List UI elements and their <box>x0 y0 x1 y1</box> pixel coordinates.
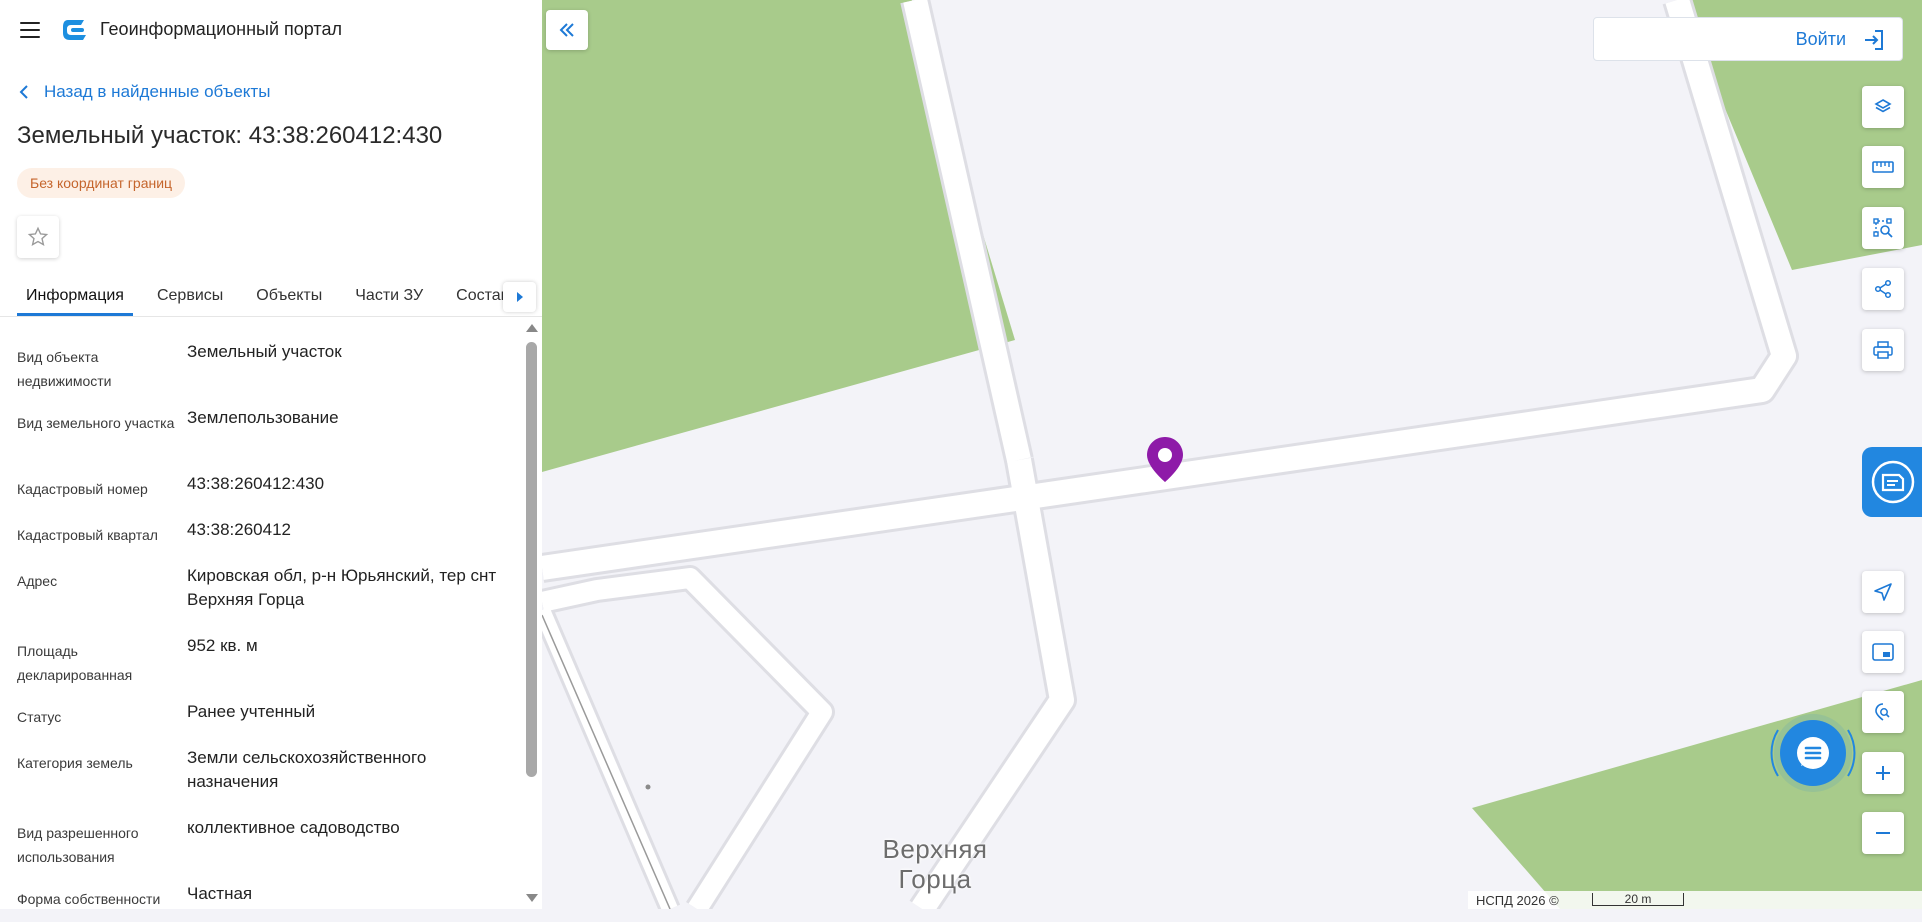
info-row: Кадастровый квартал 43:38:260412 <box>17 518 517 564</box>
collapse-panel-button[interactable] <box>546 10 588 50</box>
info-value: Ранее учтенный <box>187 702 316 721</box>
info-label: Площадь декларированная <box>17 643 133 683</box>
info-value: 43:38:260412 <box>187 520 291 539</box>
info-row: Категория земель Земли сельскохозяйствен… <box>17 746 517 816</box>
info-label: Кадастровый номер <box>17 481 148 497</box>
info-label: Вид объекта недвижимости <box>17 349 112 389</box>
tab-objects[interactable]: Объекты <box>247 280 331 316</box>
layers-button[interactable] <box>1862 86 1904 128</box>
tab-parts[interactable]: Части ЗУ <box>346 280 432 316</box>
info-row: Вид земельного участка Землепользование <box>17 406 517 472</box>
tab-information[interactable]: Информация <box>17 280 133 316</box>
object-title: Земельный участок: 43:38:260412:430 <box>17 122 443 149</box>
scroll-down-arrow-icon[interactable] <box>526 894 538 902</box>
app-title: Геоинформационный портал <box>100 19 342 39</box>
back-link[interactable]: Назад в найденные объекты <box>18 80 270 104</box>
tab-services[interactable]: Сервисы <box>148 280 232 316</box>
login-label: Войти <box>1795 29 1846 49</box>
info-list: Вид объекта недвижимости Земельный участ… <box>17 340 517 922</box>
map-canvas[interactable] <box>542 0 1922 909</box>
info-value: коллективное садоводство <box>187 818 400 837</box>
tab-bar: Информация Сервисы Объекты Части ЗУ Сост… <box>17 280 533 316</box>
info-label: Форма собственности <box>17 891 161 907</box>
zoom-out-icon <box>1876 832 1890 834</box>
layers-icon <box>1874 99 1892 113</box>
info-row: Площадь декларированная 952 кв. м <box>17 634 517 700</box>
info-value: 43:38:260412:430 <box>187 474 325 493</box>
navigate-button[interactable] <box>1862 571 1904 613</box>
chat-icon <box>1797 737 1829 769</box>
info-label: Вид земельного участка <box>17 415 175 431</box>
back-link-label: Назад в найденные объекты <box>44 82 271 101</box>
map-footer: НСПД 2026 © 20 m <box>1468 891 1922 909</box>
info-row: Форма собственности Частная <box>17 882 517 922</box>
ruler-icon <box>1872 161 1894 173</box>
login-icon <box>1865 30 1883 50</box>
minimap-button[interactable] <box>1862 631 1904 673</box>
info-label: Категория земель <box>17 755 133 771</box>
status-badge: Без координат границ <box>17 168 186 198</box>
locate-button[interactable] <box>1862 691 1904 733</box>
measure-button[interactable] <box>1862 146 1904 188</box>
info-value: Частная <box>187 884 253 903</box>
navigate-icon <box>1874 583 1892 601</box>
copyright-text: НСПД 2026 © <box>1476 893 1559 908</box>
share-button[interactable] <box>1862 268 1904 310</box>
share-icon <box>1874 279 1892 299</box>
object-panel: Геоинформационный портал Назад в найденн… <box>0 0 542 909</box>
info-value: Земли сельскохозяйственного назначения <box>187 748 427 791</box>
tabs-scroll-right-button[interactable] <box>503 282 536 312</box>
area-search-icon <box>1873 218 1893 238</box>
info-value: Кировская обл, р-н Юрьянский, тер снт Ве… <box>187 566 497 609</box>
zoom-out-button[interactable] <box>1862 812 1904 854</box>
info-value: Земельный участок <box>187 342 342 361</box>
favorite-button[interactable] <box>17 216 59 258</box>
double-chevron-left-icon <box>559 23 574 37</box>
star-icon <box>27 226 49 246</box>
scrollbar-thumb[interactable] <box>526 342 537 777</box>
portal-logo-icon <box>63 20 86 40</box>
cadastral-service-tab[interactable] <box>1862 447 1922 517</box>
place-label-line: Верхняя <box>882 834 988 864</box>
caret-right-icon <box>516 292 523 302</box>
place-label-line: Горца <box>898 864 972 894</box>
area-search-button[interactable] <box>1862 207 1904 249</box>
zoom-in-button[interactable] <box>1862 752 1904 794</box>
chevron-left-icon <box>19 85 28 99</box>
place-label: Верхняя Горца <box>860 834 1010 894</box>
info-row: Кадастровый номер 43:38:260412:430 <box>17 472 517 518</box>
locate-icon <box>1875 703 1890 721</box>
info-label: Адрес <box>17 573 58 589</box>
print-icon <box>1873 341 1893 359</box>
tabs-divider <box>0 316 542 317</box>
info-row: Адрес Кировская обл, р-н Юрьянский, тер … <box>17 564 517 634</box>
chat-button[interactable] <box>1780 720 1846 786</box>
map-view[interactable]: Верхняя Горца Войти НСПД 2026 © 20 m <box>542 0 1922 909</box>
info-label: Статус <box>17 709 62 725</box>
panel-scrollbar[interactable] <box>524 320 538 909</box>
print-button[interactable] <box>1862 329 1904 371</box>
zoom-in-icon <box>1876 766 1890 780</box>
info-value: 952 кв. м <box>187 636 258 655</box>
document-chat-icon <box>1871 460 1915 504</box>
panel-header: Геоинформационный портал <box>0 0 542 60</box>
scale-bar: 20 m <box>1592 893 1684 906</box>
info-label: Кадастровый квартал <box>17 527 158 543</box>
info-row: Вид объекта недвижимости Земельный участ… <box>17 340 517 406</box>
info-label: Вид разрешенного использования <box>17 825 139 865</box>
minimap-icon <box>1872 643 1894 661</box>
info-row: Вид разрешенного использования коллектив… <box>17 816 517 882</box>
info-value: Землепользование <box>187 408 339 427</box>
login-button[interactable]: Войти <box>1593 17 1903 61</box>
scroll-up-arrow-icon[interactable] <box>526 324 538 332</box>
info-row: Статус Ранее учтенный <box>17 700 517 746</box>
menu-icon[interactable] <box>18 20 42 40</box>
